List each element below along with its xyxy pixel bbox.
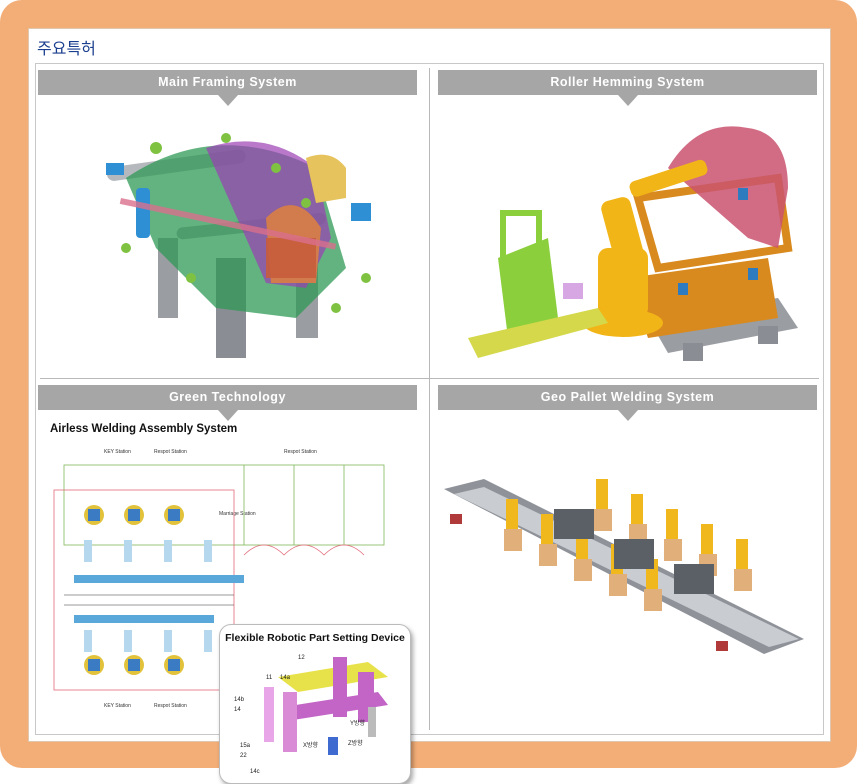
card-label: Roller Hemming System xyxy=(438,70,817,106)
card-label: Green Technology xyxy=(38,385,417,421)
geo-pallet-illustration xyxy=(444,479,804,654)
station-label: Respot Station xyxy=(284,449,317,455)
station-label: KEY Station xyxy=(104,449,131,455)
part-number: 14 xyxy=(234,707,241,713)
card-label: Geo Pallet Welding System xyxy=(438,385,817,421)
diagram-subtitle: Airless Welding Assembly System xyxy=(50,423,238,435)
part-number: 14b xyxy=(234,697,245,703)
roller-hemming-illustration xyxy=(468,126,798,361)
part-number: 14a xyxy=(280,675,291,681)
part-number: 11 xyxy=(266,675,273,681)
callout-robotic-part-setting: Flexible Robotic Part Setting Device 12 … xyxy=(219,624,411,784)
patent-grid: Main Framing System Roller Hemming Syste… xyxy=(35,63,824,784)
station-label: Respot Station xyxy=(154,703,187,709)
part-number: 22 xyxy=(240,753,247,759)
card-label: Main Framing System xyxy=(38,70,417,106)
robotic-part-setting-diagram: 12 11 14a 14b 14 15a 22 14c X방향 Y방향 Z방향 xyxy=(234,655,388,775)
station-label: Respot Station xyxy=(154,449,187,455)
card-main-framing[interactable]: Main Framing System xyxy=(36,64,429,378)
station-label: Marriage Station xyxy=(219,511,256,517)
axis-label: Y방향 xyxy=(350,719,366,727)
main-framing-illustration xyxy=(106,133,371,358)
card-green-technology[interactable]: Green Technology Airless Welding Assembl… xyxy=(36,379,429,784)
part-number: 12 xyxy=(298,655,305,661)
part-number: 15a xyxy=(240,743,251,749)
station-label: KEY Station xyxy=(104,703,131,709)
axis-label: X방향 xyxy=(303,741,319,749)
page-title: 주요특허 xyxy=(37,39,96,58)
callout-title: Flexible Robotic Part Setting Device xyxy=(225,632,405,644)
content-panel: 주요특허 Main Framing System Roller Hemming … xyxy=(28,28,831,784)
part-number: 14c xyxy=(250,769,260,775)
outer-frame: 주요특허 Main Framing System Roller Hemming … xyxy=(0,0,857,784)
card-roller-hemming[interactable]: Roller Hemming System xyxy=(430,64,823,378)
card-geo-pallet-welding[interactable]: Geo Pallet Welding System xyxy=(430,379,823,734)
axis-label: Z방향 xyxy=(348,739,363,747)
